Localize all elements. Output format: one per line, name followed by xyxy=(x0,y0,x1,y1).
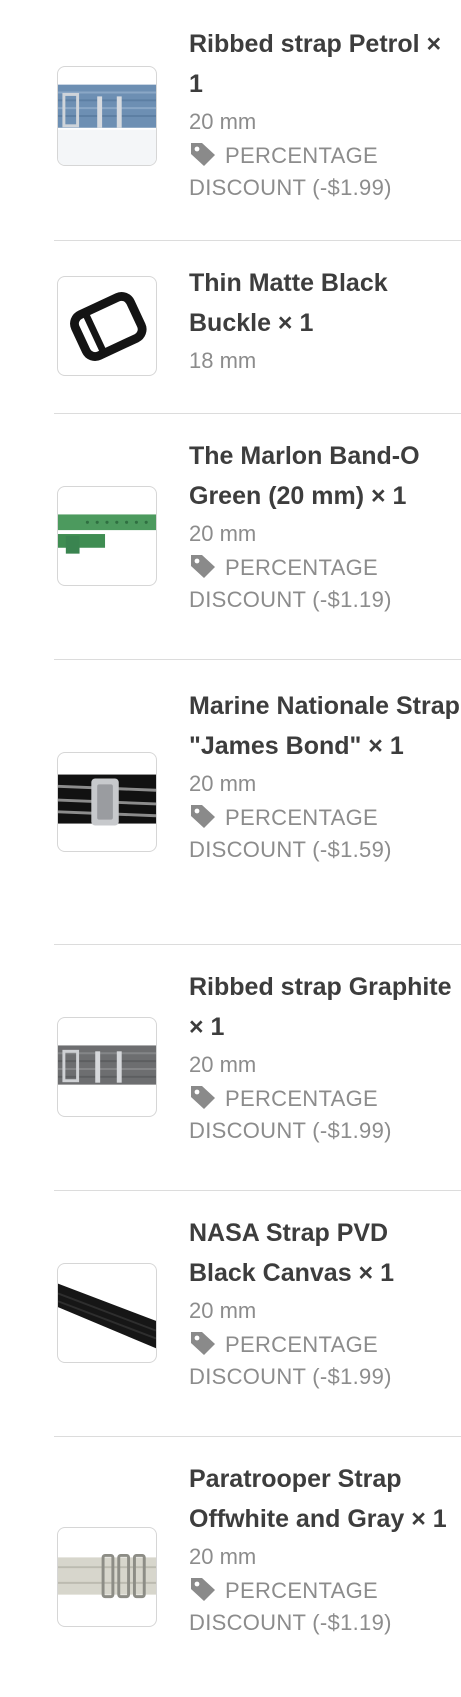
item-size: 20 mm xyxy=(189,1544,257,1569)
item-name: The Marlon Band-O Green (20 mm) × 1 xyxy=(189,442,420,510)
list-item: Thin Matte Black Buckle × 1 18 mm xyxy=(54,241,461,414)
discount-text: PERCENTAGE DISCOUNT (-$1.59) xyxy=(189,805,392,862)
item-name: Thin Matte Black Buckle × 1 xyxy=(189,269,388,337)
green-rubber-band-image xyxy=(57,486,157,586)
discount-label: PERCENTAGE DISCOUNT (-$1.19) xyxy=(189,552,461,616)
tag-icon xyxy=(191,1086,215,1109)
list-item: Ribbed strap Petrol × 1 20 mm PERCENTAGE… xyxy=(54,0,461,241)
paratrooper-strap-image xyxy=(57,1527,157,1627)
discount-label: PERCENTAGE DISCOUNT (-$1.19) xyxy=(189,1575,461,1639)
graphite-ribbed-strap-image xyxy=(57,1017,157,1117)
item-size: 20 mm xyxy=(189,1052,257,1077)
striped-marine-strap-image xyxy=(57,752,157,852)
item-size: 18 mm xyxy=(189,348,257,373)
item-name: Paratrooper Strap Offwhite and Gray × 1 xyxy=(189,1465,447,1533)
discount-text: PERCENTAGE DISCOUNT (-$1.19) xyxy=(189,555,392,612)
item-size: 20 mm xyxy=(189,1298,257,1323)
tag-icon xyxy=(191,1332,215,1355)
discount-text: PERCENTAGE DISCOUNT (-$1.99) xyxy=(189,1086,392,1143)
list-item: Ribbed strap Graphite × 1 20 mm PERCENTA… xyxy=(54,945,461,1191)
item-name: NASA Strap PVD Black Canvas × 1 xyxy=(189,1219,394,1287)
discount-label: PERCENTAGE DISCOUNT (-$1.59) xyxy=(189,802,461,866)
item-size: 20 mm xyxy=(189,771,257,796)
tag-icon xyxy=(191,1578,215,1601)
list-item: Marine Nationale Strap "James Bond" × 1 … xyxy=(54,660,461,945)
discount-label: PERCENTAGE DISCOUNT (-$1.99) xyxy=(189,140,461,204)
discount-text: PERCENTAGE DISCOUNT (-$1.99) xyxy=(189,143,392,200)
list-item: The Marlon Band-O Green (20 mm) × 1 20 m… xyxy=(54,414,461,660)
list-item: NASA Strap PVD Black Canvas × 1 20 mm PE… xyxy=(54,1191,461,1437)
item-name: Marine Nationale Strap "James Bond" × 1 xyxy=(189,692,460,760)
tag-icon xyxy=(191,805,215,828)
discount-label: PERCENTAGE DISCOUNT (-$1.99) xyxy=(189,1083,461,1147)
discount-text: PERCENTAGE DISCOUNT (-$1.99) xyxy=(189,1332,392,1389)
item-name: Ribbed strap Graphite × 1 xyxy=(189,973,452,1041)
item-size: 20 mm xyxy=(189,109,257,134)
petrol-ribbed-strap-image xyxy=(57,66,157,166)
discount-text: PERCENTAGE DISCOUNT (-$1.19) xyxy=(189,1578,392,1635)
black-buckle-image xyxy=(57,276,157,376)
item-name: Ribbed strap Petrol × 1 xyxy=(189,30,442,98)
black-canvas-strap-image xyxy=(57,1263,157,1363)
list-item: Paratrooper Strap Offwhite and Gray × 1 … xyxy=(54,1437,461,1697)
item-size: 20 mm xyxy=(189,521,257,546)
discount-label: PERCENTAGE DISCOUNT (-$1.99) xyxy=(189,1329,461,1393)
tag-icon xyxy=(191,143,215,166)
tag-icon xyxy=(191,555,215,578)
